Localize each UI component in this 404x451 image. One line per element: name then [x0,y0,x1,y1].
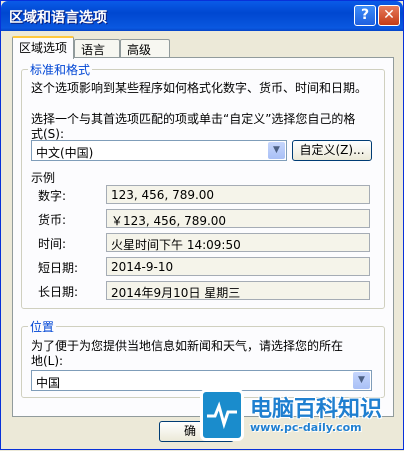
sample-label-time: 时间: [38,237,67,251]
standards-description: 这个选项影响到某些程序如何格式化数字、货币、时间和日期。 [31,81,368,95]
location-description-line1: 为了便于为您提供当地信息如新闻和天气，请选择您的所在 [31,339,344,353]
sample-number-field: 123, 456, 789.00 [106,185,370,204]
chevron-down-icon[interactable]: ▼ [268,142,285,159]
standards-group: 标准和格式 这个选项影响到某些程序如何格式化数字、货币、时间和日期。 选择一个与… [21,61,385,309]
samples-title: 示例 [31,171,56,185]
sample-time-value: 火星时间下午 14:09:50 [111,238,241,252]
sample-currency-field: ￥123, 456, 789.00 [106,209,370,228]
tab-regional-options[interactable]: 区域选项 [12,36,74,59]
tab-advanced[interactable]: 高级 [120,39,170,57]
sample-label-currency: 货币: [38,213,67,227]
sample-currency-value: ￥123, 456, 789.00 [111,214,227,228]
location-description-line2: 地(L): [31,354,64,368]
location-group-title: 位置 [28,318,57,335]
select-prompt-line1: 选择一个与其首选项匹配的项或单击“自定义”选择您自己的格 [31,112,356,126]
format-select-value: 中文(中国) [36,146,94,160]
standards-group-title: 标准和格式 [28,61,93,78]
sample-short-date-value: 2014-9-10 [111,260,174,274]
watermark: 电脑百科知识 www.pc-daily.com [194,385,404,451]
location-select-value: 中国 [36,376,61,390]
sample-label-short-date: 短日期: [38,261,79,275]
sample-time-field: 火星时间下午 14:09:50 [106,233,370,252]
sample-short-date-field: 2014-9-10 [106,257,370,276]
window-title: 区域和语言选项 [9,10,107,26]
sample-number-value: 123, 456, 789.00 [111,188,215,202]
format-select[interactable]: 中文(中国) ▼ [31,140,287,161]
title-bar[interactable]: 区域和语言选项 ? ✕ [1,1,403,31]
sample-long-date-value: 2014年9月10日 星期三 [111,286,241,300]
monitor-logo-icon [200,389,244,441]
watermark-url: www.pc-daily.com [250,421,362,434]
tab-panel: 标准和格式 这个选项影响到某些程序如何格式化数字、货币、时间和日期。 选择一个与… [12,57,394,417]
tab-languages[interactable]: 语言 [74,39,120,57]
sample-label-number: 数字: [38,189,67,203]
watermark-title: 电脑百科知识 [250,397,383,422]
help-button[interactable]: ? [354,5,376,26]
sample-label-long-date: 长日期: [38,285,79,299]
sample-long-date-field: 2014年9月10日 星期三 [106,281,370,300]
customize-button[interactable]: 自定义(Z)... [292,140,372,161]
dialog-window: 区域和语言选项 ? ✕ 区域选项 语言 高级 标准和格式 这个选项影响到某些程序… [0,0,404,450]
pulse-icon [207,401,237,430]
close-button[interactable]: ✕ [378,5,400,26]
